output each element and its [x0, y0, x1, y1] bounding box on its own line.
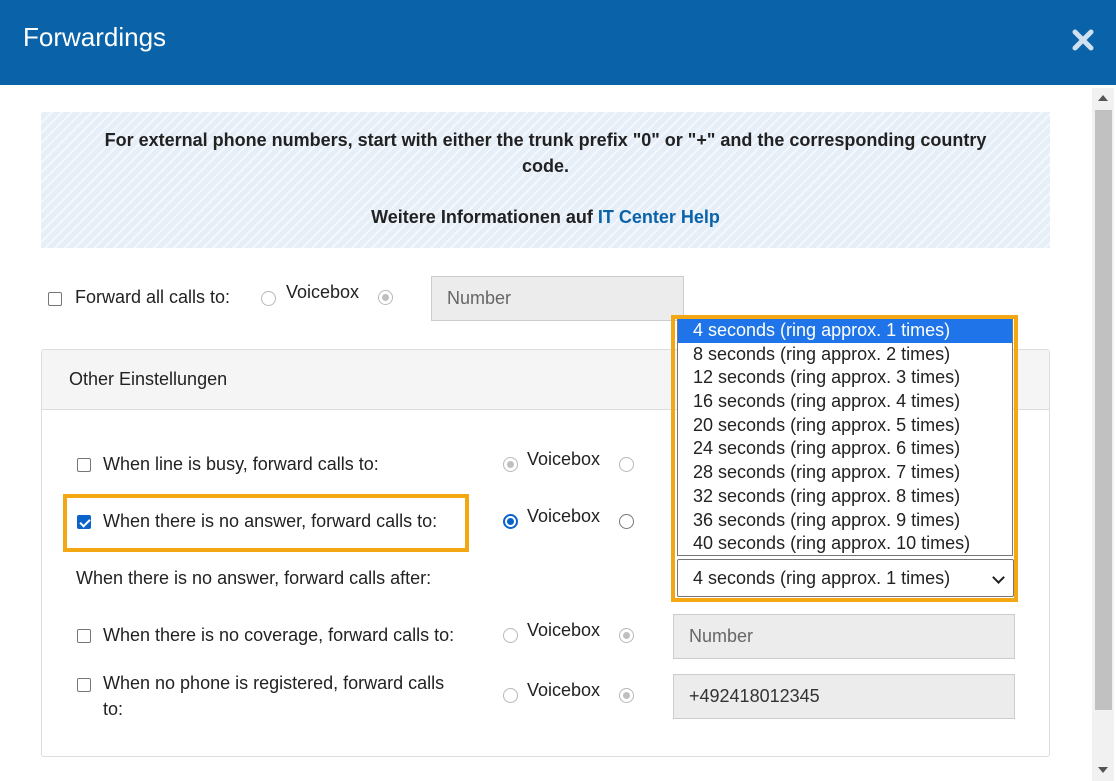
no-phone-number-input[interactable]: +492418012345	[673, 674, 1015, 719]
no-coverage-voicebox-radio[interactable]	[503, 628, 518, 643]
no-answer-checkbox[interactable]	[77, 515, 91, 529]
forward-all-number-input[interactable]: Number	[431, 276, 684, 321]
forward-all-voicebox-radio[interactable]	[261, 291, 276, 306]
no-answer-voicebox-label: Voicebox	[527, 506, 601, 526]
forward-all-voicebox-label: Voicebox	[286, 282, 360, 302]
no-phone-label-line1: When no phone is registered, forward cal…	[103, 673, 445, 693]
no-coverage-label: When there is no coverage, forward calls…	[103, 625, 455, 645]
scrollbar-thumb[interactable]	[1095, 110, 1112, 710]
scroll-up-arrow-icon[interactable]	[1098, 95, 1108, 101]
busy-voicebox-label: Voicebox	[527, 449, 601, 469]
busy-checkbox[interactable]	[77, 458, 91, 472]
info-text: For external phone numbers, start with e…	[104, 130, 987, 176]
forward-all-checkbox[interactable]	[48, 292, 62, 306]
close-icon[interactable]	[1070, 26, 1096, 54]
scrollbar[interactable]	[1092, 88, 1114, 781]
no-answer-number-radio[interactable]	[619, 514, 634, 529]
no-phone-voicebox-label: Voicebox	[527, 680, 601, 700]
no-answer-voicebox-radio[interactable]	[503, 514, 518, 529]
forward-all-label: Forward all calls to:	[75, 287, 231, 307]
info-help-prefix: Weitere Informationen auf	[371, 207, 593, 227]
busy-number-radio[interactable]	[619, 457, 634, 472]
no-coverage-voicebox-label: Voicebox	[527, 620, 601, 640]
no-answer-after-label: When there is no answer, forward calls a…	[76, 568, 432, 588]
info-help-line: Weitere Informationen auf IT Center Help	[41, 204, 1050, 230]
no-coverage-checkbox[interactable]	[77, 629, 91, 643]
no-answer-label: When there is no answer, forward calls t…	[103, 511, 438, 531]
no-phone-label-line2: to:	[103, 699, 124, 719]
busy-label: When line is busy, forward calls to:	[103, 454, 379, 474]
no-phone-number-radio[interactable]	[619, 688, 634, 703]
no-phone-voicebox-radio[interactable]	[503, 688, 518, 703]
panel-title: Other Einstellungen	[69, 369, 228, 389]
dialog-title: Forwardings	[23, 22, 167, 52]
dropdown-highlight	[671, 315, 1018, 602]
no-coverage-number-radio[interactable]	[619, 628, 634, 643]
no-phone-checkbox[interactable]	[77, 678, 91, 692]
forward-all-number-radio[interactable]	[378, 290, 393, 305]
scroll-down-arrow-icon[interactable]	[1098, 767, 1108, 773]
busy-voicebox-radio[interactable]	[503, 457, 518, 472]
info-box: For external phone numbers, start with e…	[41, 112, 1050, 248]
no-coverage-number-input[interactable]: Number	[673, 614, 1015, 659]
dialog-header: Forwardings	[0, 0, 1116, 85]
it-center-help-link[interactable]: IT Center Help	[598, 207, 720, 227]
